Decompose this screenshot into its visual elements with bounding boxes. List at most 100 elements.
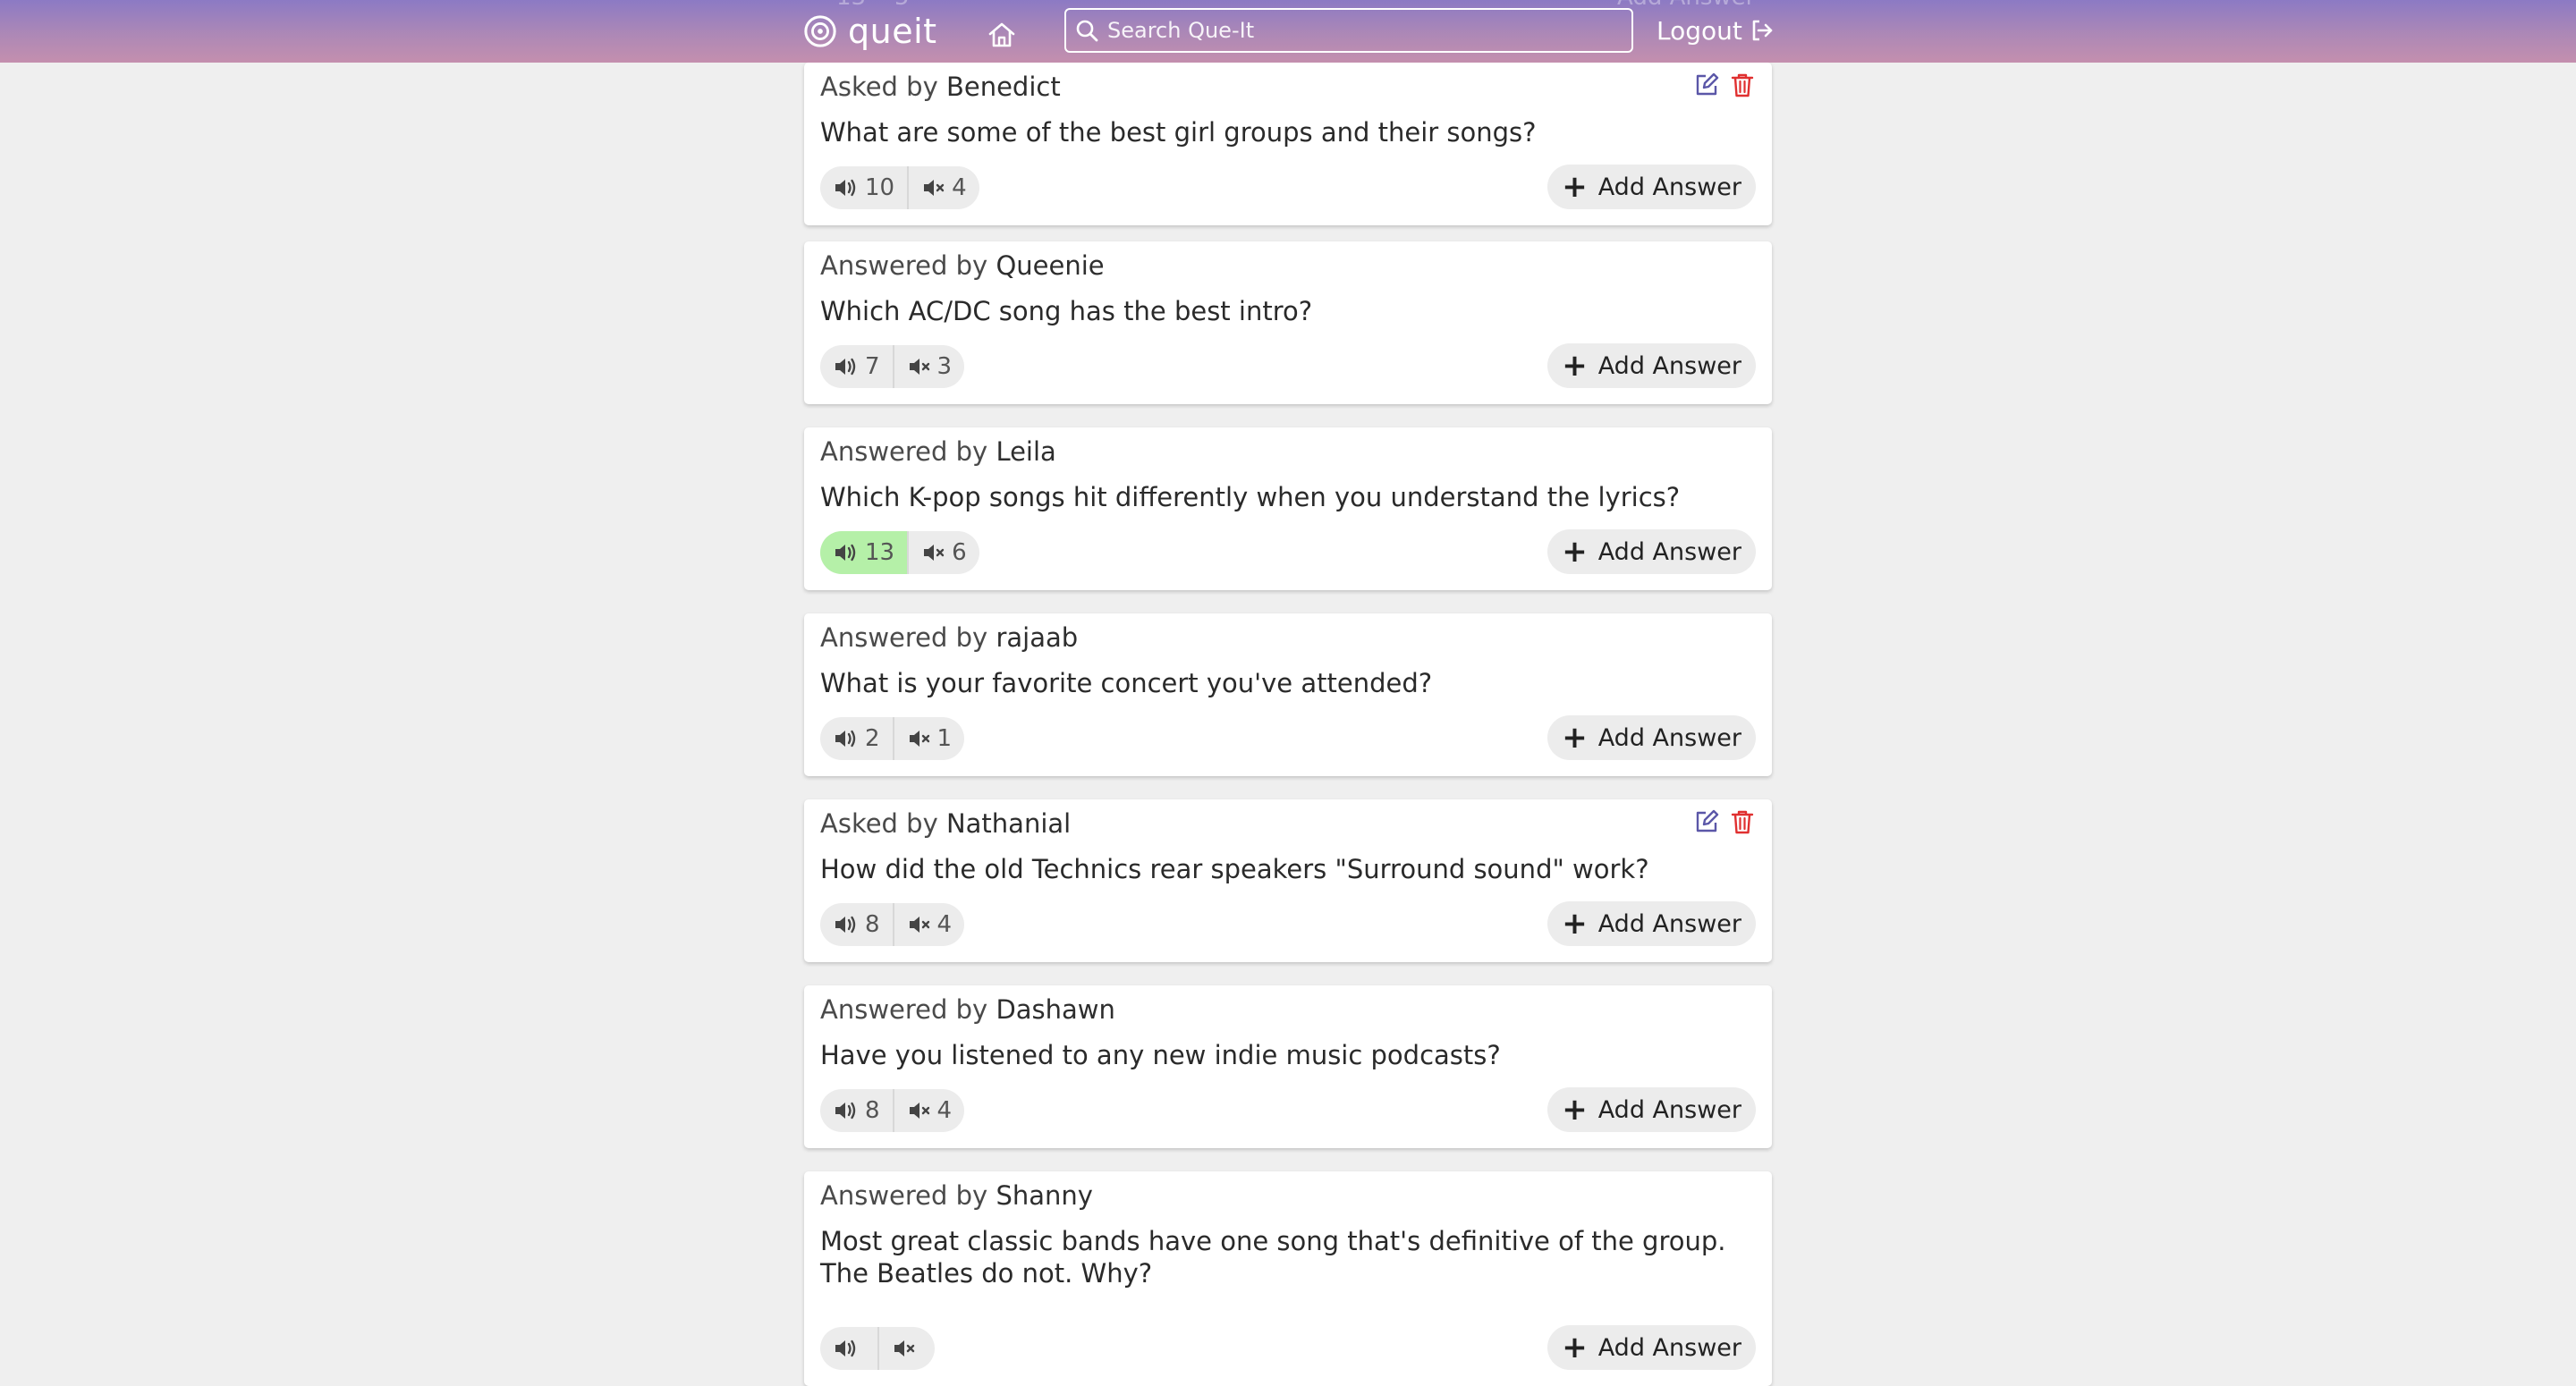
upvote-button[interactable]: 8 xyxy=(820,903,894,946)
author-prefix: Answered by xyxy=(820,994,988,1025)
vote-group: 10 4 xyxy=(820,166,979,209)
vote-group xyxy=(820,1327,935,1370)
trash-icon[interactable] xyxy=(1729,808,1756,835)
author-name[interactable]: rajaab xyxy=(996,622,1078,653)
vote-group: 21 xyxy=(820,717,965,760)
downvote-button[interactable]: 3 xyxy=(894,345,965,388)
downvote-button[interactable]: 4 xyxy=(894,903,965,946)
author-prefix: Asked by xyxy=(820,72,938,102)
downvote-button[interactable] xyxy=(879,1327,935,1370)
speaker-mute-icon xyxy=(909,359,929,375)
author-prefix: Asked by xyxy=(820,808,938,839)
card-owner-actions xyxy=(1693,72,1756,98)
downvote-count: 3 xyxy=(936,353,953,380)
question-card: Answered by Queenie Which AC/DC song has … xyxy=(804,241,1772,404)
add-answer-label: Add Answer xyxy=(1597,351,1741,380)
downvote-button[interactable]: 4 xyxy=(909,166,979,209)
add-answer-button[interactable]: + Add Answer xyxy=(1547,715,1756,760)
add-answer-label: Add Answer xyxy=(1597,537,1741,566)
add-answer-label: Add Answer xyxy=(1597,723,1741,752)
app-logo[interactable]: queit xyxy=(803,11,937,52)
plus-icon: + xyxy=(1562,1330,1588,1365)
question-card: Asked by Benedict What are some of the be… xyxy=(804,63,1772,225)
downvote-count: 4 xyxy=(936,1097,953,1124)
downvote-button[interactable]: 4 xyxy=(894,1089,965,1132)
upvote-button[interactable]: 2 xyxy=(820,717,894,760)
speaker-volume-icon xyxy=(835,730,856,748)
author-prefix: Answered by xyxy=(820,436,988,467)
logout-button[interactable]: Logout xyxy=(1657,13,1775,48)
add-answer-button[interactable]: + Add Answer xyxy=(1547,901,1756,946)
edit-icon[interactable] xyxy=(1693,72,1720,98)
edit-icon[interactable] xyxy=(1693,808,1720,835)
card-author-line: Answered by Shanny xyxy=(820,1180,1093,1211)
question-card: Answered by Shanny Most great classic ban… xyxy=(804,1171,1772,1386)
top-navbar: 13 5 Add Answer queit Logout xyxy=(0,0,2576,63)
add-answer-button[interactable]: + Add Answer xyxy=(1547,343,1756,388)
add-answer-button[interactable]: + Add Answer xyxy=(1547,165,1756,209)
card-author-line: Answered by rajaab xyxy=(820,622,1078,653)
logo-text: queit xyxy=(848,12,937,51)
speaker-mute-icon xyxy=(894,1340,915,1356)
upvote-count: 13 xyxy=(865,539,895,566)
add-answer-label: Add Answer xyxy=(1597,1095,1741,1124)
downvote-button[interactable]: 1 xyxy=(894,717,965,760)
speaker-mute-icon xyxy=(924,180,945,196)
question-text[interactable]: Most great classic bands have one song t… xyxy=(820,1225,1750,1289)
speaker-volume-icon xyxy=(835,544,856,562)
vote-group: 84 xyxy=(820,903,965,946)
speaker-mute-icon xyxy=(909,1103,929,1119)
plus-icon: + xyxy=(1562,720,1588,756)
add-answer-label: Add Answer xyxy=(1597,909,1741,938)
speaker-volume-icon xyxy=(835,1340,856,1357)
author-name[interactable]: Shanny xyxy=(996,1180,1092,1211)
target-logo-icon xyxy=(804,15,836,47)
author-prefix: Answered by xyxy=(820,1180,988,1211)
upvote-button[interactable]: 10 xyxy=(820,166,910,209)
author-name[interactable]: Dashawn xyxy=(996,994,1114,1025)
author-name[interactable]: Nathanial xyxy=(946,808,1071,839)
upvote-button[interactable]: 13 xyxy=(820,531,910,574)
scrolled-add-answer-label: Add Answer xyxy=(1617,0,1755,11)
trash-icon[interactable] xyxy=(1729,72,1756,98)
search-bar xyxy=(1064,8,1633,53)
search-input[interactable] xyxy=(1106,17,1619,44)
vote-group: 73 xyxy=(820,345,965,388)
author-name[interactable]: Queenie xyxy=(996,250,1104,281)
question-text[interactable]: Which AC/DC song has the best intro? xyxy=(820,295,1750,327)
speaker-mute-icon xyxy=(924,545,945,561)
question-card: Answered by rajaab What is your favorite … xyxy=(804,613,1772,776)
upvote-count: 10 xyxy=(865,174,895,201)
card-author-line: Answered by Dashawn xyxy=(820,994,1115,1025)
question-text[interactable]: What are some of the best girl groups an… xyxy=(820,116,1750,148)
question-text[interactable]: Which K-pop songs hit differently when y… xyxy=(820,481,1750,513)
question-text[interactable]: What is your favorite concert you've att… xyxy=(820,667,1750,699)
downvote-count: 4 xyxy=(936,911,953,938)
add-answer-label: Add Answer xyxy=(1597,1333,1741,1362)
home-icon[interactable] xyxy=(987,20,1017,50)
add-answer-button[interactable]: + Add Answer xyxy=(1547,1325,1756,1370)
plus-icon: + xyxy=(1562,348,1588,384)
logout-icon xyxy=(1752,20,1773,41)
plus-icon: + xyxy=(1562,169,1588,205)
author-name[interactable]: Benedict xyxy=(946,72,1061,102)
question-card: Asked by Nathanial How did the old Techni… xyxy=(804,799,1772,962)
downvote-count: 1 xyxy=(936,725,953,752)
upvote-button[interactable] xyxy=(820,1327,879,1370)
add-answer-label: Add Answer xyxy=(1597,173,1741,201)
plus-icon: + xyxy=(1562,1092,1588,1128)
upvote-count: 8 xyxy=(865,911,880,938)
author-name[interactable]: Leila xyxy=(996,436,1055,467)
question-text[interactable]: Have you listened to any new indie music… xyxy=(820,1039,1750,1071)
add-answer-button[interactable]: + Add Answer xyxy=(1547,529,1756,574)
scrolled-vote-count-up: 13 xyxy=(836,0,866,11)
card-owner-actions xyxy=(1693,808,1756,835)
upvote-button[interactable]: 7 xyxy=(820,345,894,388)
vote-group: 13 6 xyxy=(820,531,979,574)
upvote-button[interactable]: 8 xyxy=(820,1089,894,1132)
speaker-volume-icon xyxy=(835,179,856,197)
speaker-volume-icon xyxy=(835,916,856,934)
downvote-button[interactable]: 6 xyxy=(909,531,979,574)
add-answer-button[interactable]: + Add Answer xyxy=(1547,1087,1756,1132)
question-text[interactable]: How did the old Technics rear speakers "… xyxy=(820,853,1750,885)
